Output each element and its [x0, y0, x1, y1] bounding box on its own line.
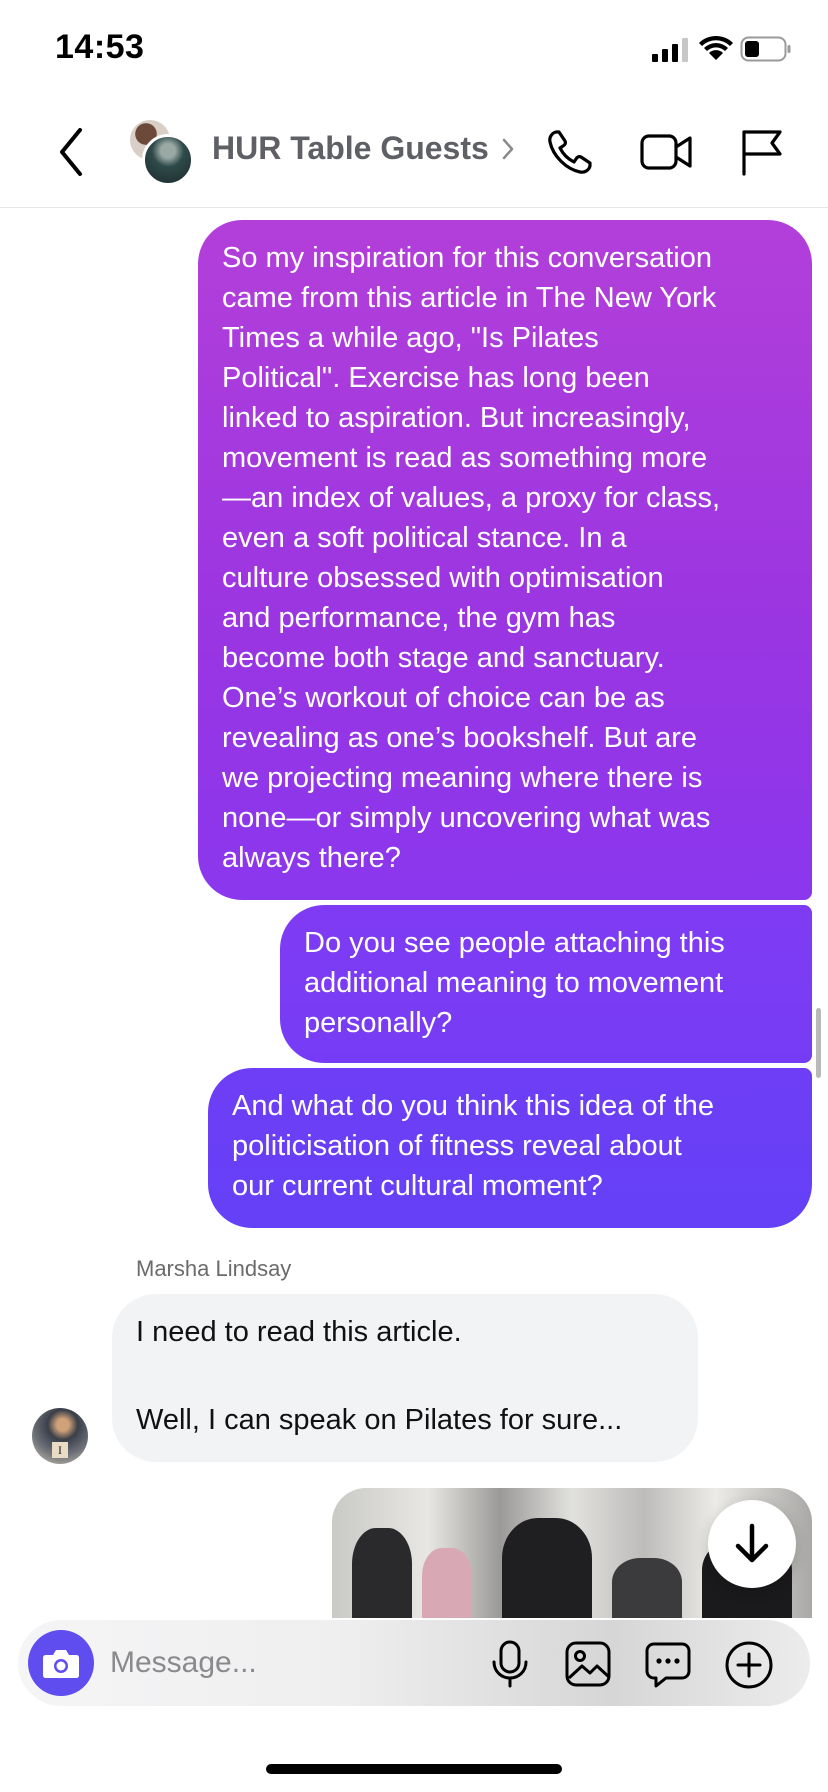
message-line: I need to read this article.	[136, 1316, 462, 1348]
camera-icon	[43, 1650, 79, 1678]
outgoing-message[interactable]: And what do you think this idea of the p…	[208, 1068, 812, 1228]
sender-name: Marsha Lindsay	[136, 1256, 292, 1281]
phone-icon[interactable]	[546, 128, 594, 176]
scroll-indicator[interactable]	[816, 1008, 821, 1078]
member-avatar	[142, 134, 194, 186]
group-avatar[interactable]	[128, 118, 194, 186]
camera-button[interactable]	[28, 1630, 94, 1696]
message-line: even a soft political stance. In a	[222, 522, 627, 554]
message-line: personally?	[304, 1007, 453, 1039]
message-line: and performance, the gym has	[222, 602, 616, 634]
incoming-message[interactable]: I need to read this article. Well, I can…	[112, 1294, 698, 1462]
microphone-icon[interactable]	[488, 1640, 532, 1688]
battery-icon	[740, 36, 791, 62]
gallery-icon[interactable]	[564, 1640, 612, 1688]
sticker-icon[interactable]	[644, 1640, 692, 1688]
message-line: And what do you think this idea of the	[232, 1090, 715, 1122]
signal-icon	[652, 38, 688, 62]
message-line: none—or simply uncovering what was	[222, 802, 711, 834]
outgoing-message[interactable]: So my inspiration for this conversation …	[198, 220, 812, 900]
message-line: we projecting meaning where there is	[222, 762, 703, 794]
back-arrow-icon[interactable]	[52, 122, 92, 182]
message-line: —an index of values, a proxy for class,	[222, 482, 721, 514]
home-indicator[interactable]	[266, 1764, 562, 1774]
arrow-down-icon	[735, 1523, 769, 1563]
wifi-icon	[699, 35, 733, 60]
scroll-to-bottom-button[interactable]	[708, 1500, 796, 1588]
message-line: linked to aspiration. But increasingly,	[222, 402, 691, 434]
message-line: Times a while ago, "Is Pilates	[222, 322, 599, 354]
message-composer	[18, 1620, 810, 1706]
video-camera-icon[interactable]	[640, 130, 692, 174]
message-line: politicisation of fitness reveal about	[232, 1130, 682, 1162]
message-line: One’s workout of choice can be as	[222, 682, 665, 714]
chevron-right-icon[interactable]	[500, 136, 516, 162]
message-line: revealing as one’s bookshelf. But are	[222, 722, 698, 754]
status-bar: 14:53	[0, 0, 828, 100]
avatar-badge: I	[52, 1442, 68, 1458]
conversation-title[interactable]: HUR Table Guests	[212, 130, 489, 167]
message-line: our current cultural moment?	[232, 1170, 603, 1202]
message-line: Political". Exercise has long been	[222, 362, 650, 394]
message-line: always there?	[222, 842, 401, 874]
message-line: become both stage and sanctuary.	[222, 642, 665, 674]
message-line: So my inspiration for this conversation	[222, 242, 712, 274]
message-line: movement is read as something more	[222, 442, 708, 474]
message-input[interactable]	[110, 1634, 470, 1692]
outgoing-message[interactable]: Do you see people attaching this additio…	[280, 905, 812, 1063]
message-line: additional meaning to movement	[304, 967, 724, 999]
sender-avatar[interactable]: I	[32, 1408, 88, 1464]
message-line: Well, I can speak on Pilates for sure...	[136, 1404, 623, 1436]
flag-icon[interactable]	[740, 128, 784, 176]
status-time: 14:53	[55, 28, 145, 66]
message-line: culture obsessed with optimisation	[222, 562, 664, 594]
message-line: Do you see people attaching this	[304, 927, 725, 959]
plus-icon[interactable]	[724, 1640, 774, 1690]
message-line: came from this article in The New York	[222, 282, 717, 314]
chat-header: HUR Table Guests	[0, 100, 828, 208]
